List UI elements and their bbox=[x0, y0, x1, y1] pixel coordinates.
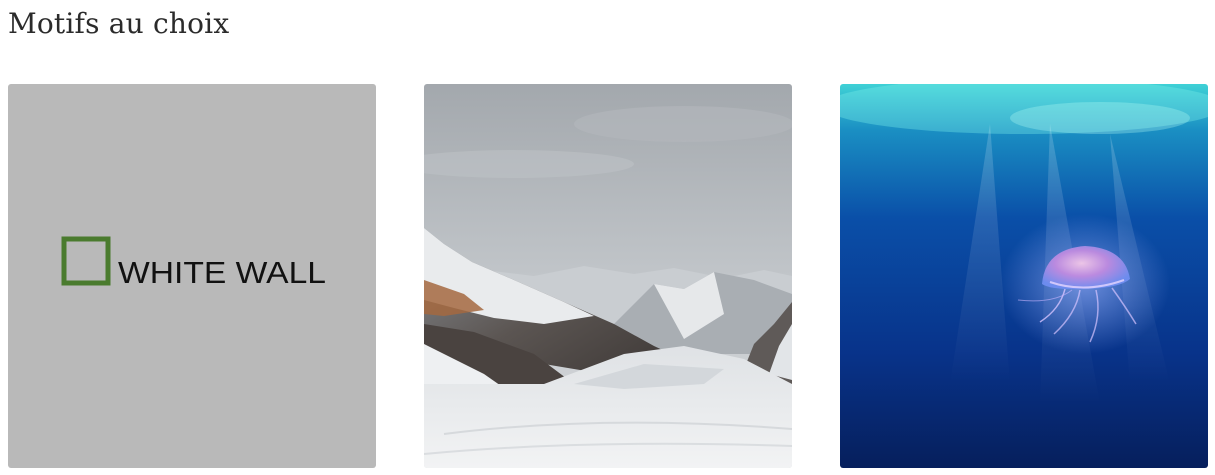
whitewall-motif-image: WHITE WALL bbox=[8, 84, 376, 468]
jellyfish-motif-image bbox=[840, 84, 1208, 468]
mountain-motif-image bbox=[424, 84, 792, 468]
motif-grid: WHITE WALL bbox=[8, 84, 1208, 468]
motif-tile-mountains[interactable] bbox=[424, 84, 792, 468]
motif-tile-whitewall[interactable]: WHITE WALL bbox=[8, 84, 376, 468]
page-title: Motifs au choix bbox=[8, 7, 230, 40]
motif-tile-jellyfish[interactable] bbox=[840, 84, 1208, 468]
whitewall-logo-text: WHITE WALL bbox=[118, 255, 326, 290]
